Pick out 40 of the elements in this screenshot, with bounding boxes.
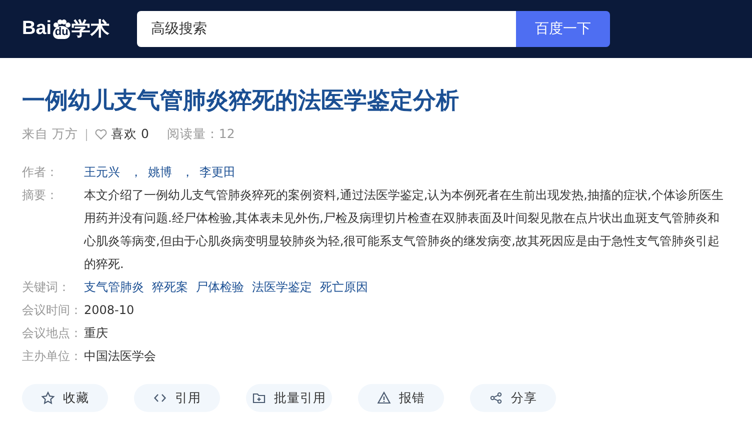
field-label: 摘要： bbox=[22, 187, 59, 204]
field-label: 主办单位： bbox=[22, 348, 83, 365]
search-button[interactable]: 百度一下 bbox=[516, 11, 610, 47]
author-link[interactable]: 王元兴 bbox=[84, 165, 120, 179]
share-button[interactable]: 分享 bbox=[470, 384, 556, 412]
separator-text: ， bbox=[180, 165, 194, 179]
star-button[interactable]: 收藏 bbox=[22, 384, 108, 412]
warning-button[interactable]: 报错 bbox=[358, 384, 444, 412]
heart-icon[interactable] bbox=[94, 129, 107, 140]
separator-text: ， bbox=[128, 165, 142, 179]
keyword-link[interactable]: 支气管肺炎 bbox=[84, 276, 144, 299]
folder-icon bbox=[252, 391, 266, 405]
field-label: 作者： bbox=[22, 164, 59, 181]
folder-button[interactable]: 批量引用 bbox=[246, 384, 332, 412]
keyword-link[interactable]: 死亡原因 bbox=[320, 276, 368, 299]
like-count: 喜欢 0 bbox=[110, 126, 149, 143]
keyword-link[interactable]: 尸体检验 bbox=[196, 276, 244, 299]
code-button[interactable]: 引用 bbox=[134, 384, 220, 412]
field-value: 中国法医学会 bbox=[84, 348, 157, 365]
share-icon bbox=[489, 391, 503, 405]
warning-icon bbox=[377, 391, 391, 405]
field-label: 关键词： bbox=[22, 279, 71, 296]
keyword-link[interactable]: 法医学鉴定 bbox=[252, 276, 312, 299]
source-text: 来自 万方 bbox=[22, 126, 78, 143]
search-field[interactable]: 高级搜索 bbox=[137, 11, 516, 47]
logo-text: 学术 bbox=[72, 18, 110, 42]
keyword-link[interactable]: 猝死案 bbox=[152, 276, 188, 299]
field-value: 重庆 bbox=[84, 325, 109, 342]
logo-text: Bai bbox=[22, 18, 52, 40]
star-icon bbox=[41, 391, 55, 405]
article-title: 一例幼儿支气管肺炎猝死的法医学鉴定分析 bbox=[22, 87, 460, 116]
field-value: 2008-10 bbox=[84, 302, 136, 319]
field-label: 会议地点： bbox=[22, 325, 83, 342]
paw-icon bbox=[52, 19, 71, 28]
author-link[interactable]: 李更田 bbox=[200, 165, 236, 179]
field-label: 会议时间： bbox=[22, 302, 83, 319]
logo-text: du bbox=[52, 26, 70, 39]
read-count: 阅读量：12 bbox=[166, 126, 235, 143]
abstract-text: 本文介绍了一例幼儿支气管肺炎猝死的案例资料,通过法医学鉴定,认为本例死者在生前出现发热,抽搐的症状,个体诊所医生用药并没有问题.经尸体检验,其体表未见外伤,尸检及病理切片检查在双肺表面及叶间裂见散在点片状出血斑支气管肺炎和心肌炎等病变,但由于心肌炎病变明显较肺炎为轻,很可能系支气管肺炎的继发病变,故其死因应是由于急性支气管肺炎引起的猝死. bbox=[84, 187, 724, 273]
author-link[interactable]: 姚博 bbox=[148, 165, 172, 179]
